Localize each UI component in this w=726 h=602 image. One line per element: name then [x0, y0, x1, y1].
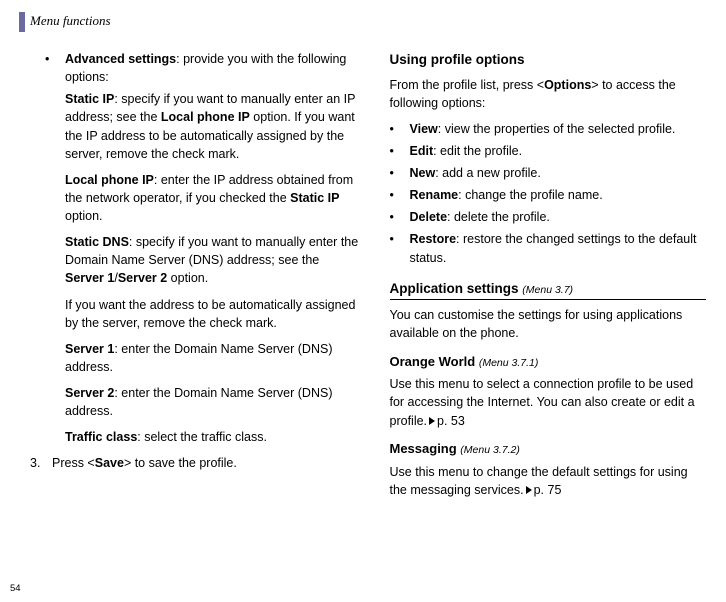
page-ref: p. 53	[437, 414, 465, 428]
body-text: Press <	[52, 456, 95, 470]
term-label: Static DNS	[65, 235, 129, 249]
list-item: • Advanced settings: provide you with th…	[45, 50, 362, 86]
sub-item: If you want the address to be automatica…	[65, 296, 362, 332]
sub-item: Traffic class: select the traffic class.	[65, 428, 362, 446]
ref-label: Server 1	[65, 271, 114, 285]
term-label: Restore	[410, 232, 457, 246]
body-text: Use this menu to change the default sett…	[390, 463, 707, 499]
term-text: : edit the profile.	[433, 144, 522, 158]
bullet-icon: •	[390, 164, 410, 182]
subsection-title: Orange World	[390, 354, 479, 369]
term-label: Advanced settings	[65, 52, 176, 66]
sub-item: Static DNS: specify if you want to manua…	[65, 233, 362, 287]
softkey-label: Save	[95, 456, 124, 470]
bullet-icon: •	[390, 120, 410, 138]
term-text: : change the profile name.	[458, 188, 603, 202]
body-text: From the profile list, press <Options> t…	[390, 76, 707, 112]
ref-label: Server 2	[118, 271, 167, 285]
term-label: Rename	[410, 188, 459, 202]
body-text: Use this menu to select a connection pro…	[390, 377, 695, 427]
bullet-icon: •	[45, 50, 65, 86]
list-item: • Rename: change the profile name.	[390, 186, 707, 204]
menu-reference: (Menu 3.7.2)	[460, 444, 520, 456]
list-item: • Restore: restore the changed settings …	[390, 230, 707, 266]
term-label: Server 1	[65, 342, 114, 356]
term-label: Local phone IP	[65, 173, 154, 187]
body-text: You can customise the settings for using…	[390, 306, 707, 342]
ref-label: Local phone IP	[161, 110, 250, 124]
page-number: 54	[10, 583, 21, 594]
sub-item: Server 2: enter the Domain Name Server (…	[65, 384, 362, 420]
menu-reference: (Menu 3.7)	[522, 284, 573, 296]
term-label: Static IP	[65, 92, 114, 106]
body-text: Restore: restore the changed settings to…	[410, 230, 707, 266]
term-label: Delete	[410, 210, 448, 224]
term-label: Edit	[410, 144, 434, 158]
term-text: : view the properties of the selected pr…	[438, 122, 676, 136]
body-text: From the profile list, press <	[390, 78, 545, 92]
page-ref: p. 75	[534, 483, 562, 497]
section-heading: Using profile options	[390, 50, 707, 70]
triangle-right-icon	[429, 417, 435, 425]
subsection-title: Messaging	[390, 441, 461, 456]
bullet-icon: •	[390, 230, 410, 266]
term-text: : delete the profile.	[447, 210, 550, 224]
term-label: View	[410, 122, 438, 136]
page-header: Menu functions	[30, 13, 111, 29]
section-heading-underlined: Application settings (Menu 3.7)	[390, 279, 707, 301]
body-text: Advanced settings: provide you with the …	[65, 50, 362, 86]
step-text: Press <Save> to save the profile.	[52, 454, 237, 472]
body-text: Edit: edit the profile.	[410, 142, 707, 160]
body-text: New: add a new profile.	[410, 164, 707, 182]
left-column: • Advanced settings: provide you with th…	[45, 50, 362, 564]
list-item: • Delete: delete the profile.	[390, 208, 707, 226]
body-text: Rename: change the profile name.	[410, 186, 707, 204]
step-number: 3.	[30, 454, 52, 472]
term-text: option.	[65, 209, 103, 223]
bullet-icon: •	[390, 208, 410, 226]
term-label: Traffic class	[65, 430, 137, 444]
sub-item: Server 1: enter the Domain Name Server (…	[65, 340, 362, 376]
sub-item: Local phone IP: enter the IP address obt…	[65, 171, 362, 225]
term-label: New	[410, 166, 436, 180]
softkey-label: Options	[544, 78, 591, 92]
list-item: • New: add a new profile.	[390, 164, 707, 182]
bullet-icon: •	[390, 186, 410, 204]
right-column: Using profile options From the profile l…	[390, 50, 707, 564]
subsection-heading: Messaging (Menu 3.7.2)	[390, 440, 707, 459]
header-accent-bar	[19, 12, 25, 32]
sub-item: Static IP: specify if you want to manual…	[65, 90, 362, 163]
body-text: > to save the profile.	[124, 456, 237, 470]
triangle-right-icon	[526, 486, 532, 494]
term-text: : select the traffic class.	[137, 430, 267, 444]
menu-reference: (Menu 3.7.1)	[479, 357, 539, 369]
content-columns: • Advanced settings: provide you with th…	[45, 50, 706, 564]
body-text: Use this menu to select a connection pro…	[390, 375, 707, 429]
ref-label: Static IP	[290, 191, 339, 205]
step-item: 3. Press <Save> to save the profile.	[30, 454, 362, 472]
list-item: • Edit: edit the profile.	[390, 142, 707, 160]
term-label: Server 2	[65, 386, 114, 400]
bullet-icon: •	[390, 142, 410, 160]
term-text: : add a new profile.	[435, 166, 541, 180]
body-text: View: view the properties of the selecte…	[410, 120, 707, 138]
body-text: Delete: delete the profile.	[410, 208, 707, 226]
list-item: • View: view the properties of the selec…	[390, 120, 707, 138]
subsection-heading: Orange World (Menu 3.7.1)	[390, 353, 707, 372]
section-title: Application settings	[390, 281, 523, 296]
term-text: option.	[167, 271, 208, 285]
